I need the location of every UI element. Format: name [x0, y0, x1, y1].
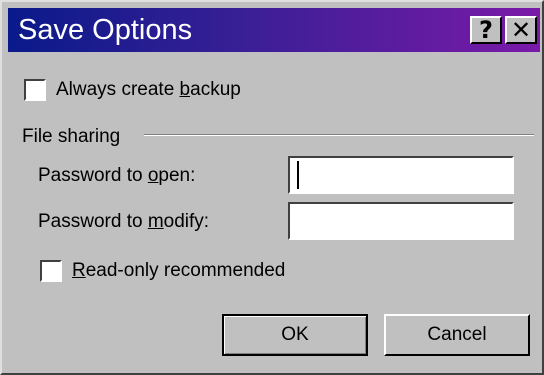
always-create-backup-checkbox[interactable]: [24, 79, 46, 101]
cancel-button[interactable]: Cancel: [384, 314, 530, 356]
password-to-modify-input[interactable]: [288, 202, 514, 240]
file-sharing-divider: [144, 134, 534, 136]
help-button[interactable]: ?: [470, 16, 502, 44]
read-only-recommended-checkbox[interactable]: [40, 260, 62, 282]
password-to-modify-label: Password to modify:: [38, 211, 210, 232]
dialog-title: Save Options: [18, 14, 193, 46]
always-create-backup-label[interactable]: Always create backup: [56, 78, 241, 102]
ok-button[interactable]: OK: [222, 314, 368, 356]
close-icon: ✕: [510, 16, 532, 44]
password-to-open-label: Password to open:: [38, 165, 196, 186]
close-button[interactable]: ✕: [505, 16, 537, 44]
file-sharing-group-label: File sharing: [22, 126, 121, 147]
title-bar[interactable]: Save Options ? ✕: [8, 8, 540, 52]
help-icon: ?: [479, 16, 493, 44]
text-caret: [297, 161, 299, 189]
password-to-open-input[interactable]: [288, 156, 514, 194]
read-only-recommended-label[interactable]: Read-only recommended: [72, 259, 285, 283]
